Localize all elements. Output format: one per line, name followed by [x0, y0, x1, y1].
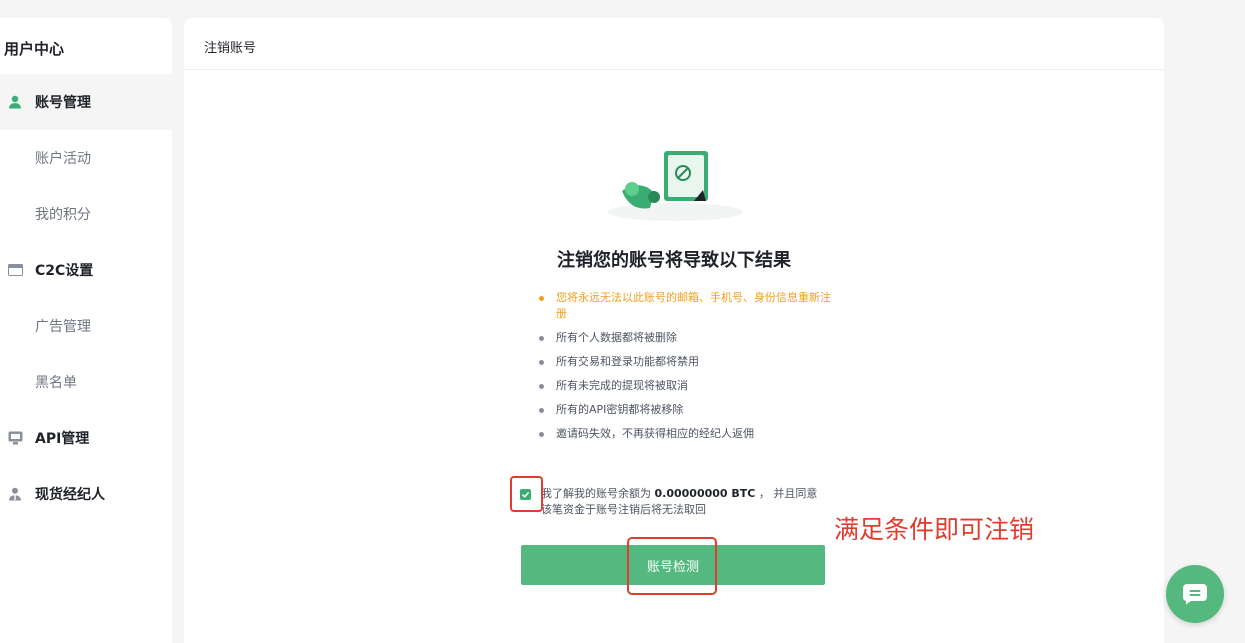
sidebar-item-blacklist[interactable]: 黑名单 [0, 354, 172, 410]
sidebar-item-label: 账户活动 [35, 151, 91, 167]
agreement-prefix: 我了解我的账号余额为 [541, 487, 651, 500]
sidebar-item-label: 我的积分 [35, 207, 91, 223]
consequence-item: 所有个人数据都将被删除 [539, 330, 839, 346]
user-icon [7, 94, 23, 110]
card-icon [7, 262, 23, 278]
sidebar-item-account-management[interactable]: 账号管理 [0, 74, 172, 130]
sidebar-item-label: 黑名单 [35, 375, 77, 391]
sidebar-item-label: 账号管理 [35, 95, 91, 111]
button-highlight-box [627, 537, 717, 595]
sidebar-item-label: 现货经纪人 [35, 487, 105, 503]
sidebar-item-account-activity[interactable]: 账户活动 [0, 130, 172, 186]
sidebar-item-label: C2C设置 [35, 263, 94, 279]
sidebar-title: 用户中心 [4, 40, 65, 58]
sidebar-item-ad-management[interactable]: 广告管理 [0, 298, 172, 354]
consequence-item: 所有交易和登录功能都将禁用 [539, 354, 839, 370]
chat-icon [1182, 584, 1207, 605]
consequence-list: 您将永远无法以此账号的邮箱、手机号、身份信息重新注册 所有个人数据都将被删除 所… [539, 290, 839, 450]
consequence-item-warning: 您将永远无法以此账号的邮箱、手机号、身份信息重新注册 [539, 290, 839, 322]
consequence-item: 邀请码失效，不再获得相应的经纪人返佣 [539, 426, 839, 442]
sidebar-item-label: 广告管理 [35, 319, 91, 335]
main-panel: 注销账号 注销您的账号将导致以下结果 您将永远无法以此账号的邮箱、手机号、身份信… [184, 18, 1164, 643]
warning-heading: 注销您的账号将导致以下结果 [557, 250, 791, 271]
consequence-item: 所有的API密钥都将被移除 [539, 402, 839, 418]
agreement-text: 我了解我的账号余额为 0.00000000 BTC ， 并且同意该笔资金于账号注… [541, 486, 821, 518]
chat-support-button[interactable] [1166, 565, 1224, 623]
sidebar-item-label: API管理 [35, 431, 90, 447]
broker-icon [7, 486, 23, 502]
sidebar-item-spot-broker[interactable]: 现货经纪人 [0, 466, 172, 522]
balance-value: 0.00000000 BTC [654, 487, 756, 500]
panel-header: 注销账号 [184, 18, 1164, 70]
account-deletion-illustration [602, 146, 748, 230]
sidebar-item-c2c-settings[interactable]: C2C设置 [0, 242, 172, 298]
page-title: 注销账号 [204, 41, 257, 56]
consequence-item: 所有未完成的提现将被取消 [539, 378, 839, 394]
sidebar: 用户中心 账号管理 账户活动 我的积分 C2C设置 广告管理 黑名单 API管理… [0, 18, 172, 643]
annotation-text: 满足条件即可注销 [834, 515, 1035, 544]
sidebar-item-api-management[interactable]: API管理 [0, 410, 172, 466]
checkbox-highlight-box [510, 476, 543, 512]
sidebar-item-my-points[interactable]: 我的积分 [0, 186, 172, 242]
api-icon [7, 430, 23, 446]
